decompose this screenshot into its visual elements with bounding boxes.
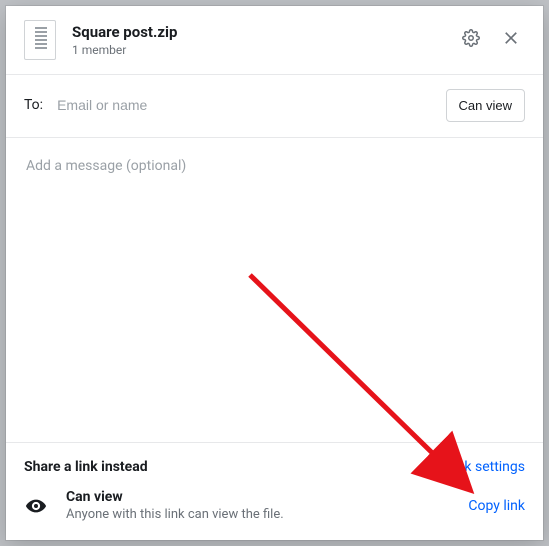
- to-label: To:: [24, 97, 43, 113]
- message-input[interactable]: [24, 156, 525, 208]
- share-dialog: Square post.zip 1 member: [6, 6, 543, 540]
- permission-dropdown[interactable]: Can view: [446, 89, 525, 122]
- link-permission-title: Can view: [66, 489, 468, 505]
- dialog-header: Square post.zip 1 member: [6, 6, 543, 75]
- link-section-header: Share a link instead Link settings: [24, 459, 525, 475]
- link-text-block: Can view Anyone with this link can view …: [66, 489, 468, 522]
- link-section: Share a link instead Link settings Can v…: [6, 442, 543, 540]
- settings-button[interactable]: [457, 26, 485, 54]
- member-count: 1 member: [72, 43, 457, 57]
- close-icon: [502, 29, 520, 51]
- title-block: Square post.zip 1 member: [72, 23, 457, 57]
- gear-icon: [462, 29, 480, 51]
- recipient-input[interactable]: [57, 87, 431, 123]
- header-actions: [457, 26, 525, 54]
- link-permission-desc: Anyone with this link can view the file.: [66, 507, 468, 522]
- link-settings-button[interactable]: Link settings: [446, 459, 525, 475]
- copy-link-button[interactable]: Copy link: [468, 498, 525, 514]
- recipient-row: To: Can view: [6, 75, 543, 138]
- link-row: Can view Anyone with this link can view …: [24, 489, 525, 522]
- file-title: Square post.zip: [72, 23, 457, 41]
- share-link-title: Share a link instead: [24, 459, 148, 475]
- close-button[interactable]: [497, 26, 525, 54]
- message-area: [6, 138, 543, 442]
- zip-file-icon: [24, 20, 56, 60]
- eye-icon: [24, 494, 48, 518]
